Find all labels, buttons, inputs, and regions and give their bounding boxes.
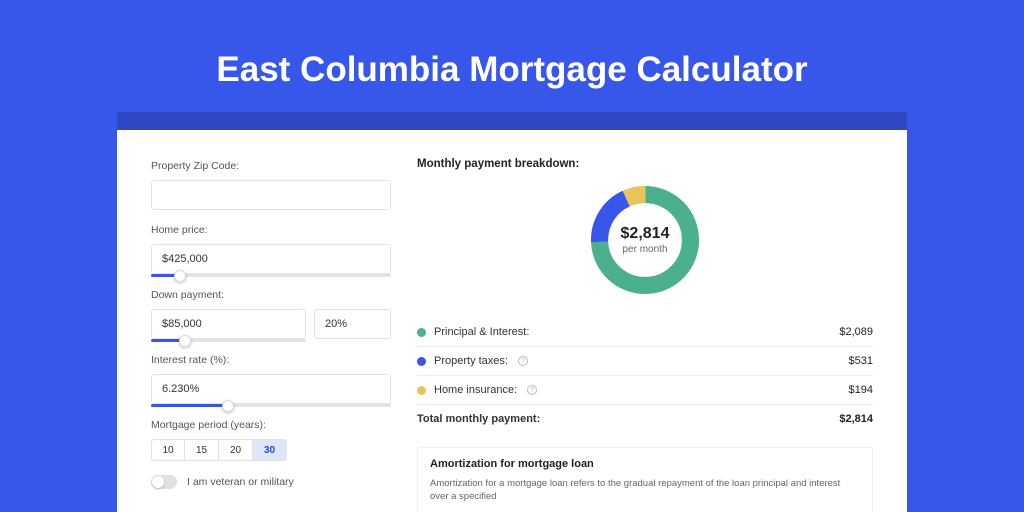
breakdown-column: Monthly payment breakdown: $2,814 per mo… [417, 158, 873, 512]
down-amount-input[interactable] [151, 309, 306, 339]
donut-chart: $2,814 per month [585, 180, 705, 300]
period-button-10[interactable]: 10 [151, 439, 185, 461]
total-label: Total monthly payment: [417, 413, 540, 425]
veteran-toggle-knob [152, 476, 164, 488]
period-button-20[interactable]: 20 [219, 439, 253, 461]
price-slider-thumb[interactable] [174, 270, 186, 282]
rate-label: Interest rate (%): [151, 354, 391, 366]
legend-dot-icon [417, 386, 426, 395]
page-title: East Columbia Mortgage Calculator [216, 50, 807, 90]
breakdown-rows: Principal & Interest: $2,089 Property taxe… [417, 318, 873, 404]
period-button-15[interactable]: 15 [185, 439, 219, 461]
rate-input[interactable] [151, 374, 391, 404]
breakdown-row: Principal & Interest: $2,089 [417, 318, 873, 347]
price-label: Home price: [151, 224, 391, 236]
veteran-toggle[interactable] [151, 475, 177, 489]
total-value: $2,814 [839, 413, 873, 425]
veteran-label: I am veteran or military [187, 476, 294, 488]
form-column: Property Zip Code: Home price: Down paym… [151, 158, 391, 512]
breakdown-row-label: Property taxes: [434, 355, 508, 367]
period-label: Mortgage period (years): [151, 419, 391, 431]
rate-slider[interactable] [151, 404, 391, 407]
period-button-30[interactable]: 30 [253, 439, 287, 461]
donut-chart-wrap: $2,814 per month [417, 180, 873, 300]
breakdown-row-value: $2,089 [839, 326, 873, 338]
breakdown-title: Monthly payment breakdown: [417, 158, 873, 170]
breakdown-row-label: Home insurance: [434, 384, 517, 396]
down-label: Down payment: [151, 289, 391, 301]
period-button-group: 10152030 [151, 439, 391, 461]
breakdown-row-value: $194 [849, 384, 873, 396]
amortization-box: Amortization for mortgage loan Amortizat… [417, 447, 873, 512]
zip-label: Property Zip Code: [151, 160, 391, 172]
rate-slider-thumb[interactable] [222, 400, 234, 412]
legend-dot-icon [417, 357, 426, 366]
down-pct-input[interactable] [314, 309, 391, 339]
legend-dot-icon [417, 328, 426, 337]
card-outer: Property Zip Code: Home price: Down paym… [117, 112, 907, 512]
zip-input[interactable] [151, 180, 391, 210]
help-icon[interactable]: ? [527, 385, 537, 395]
amortization-text: Amortization for a mortgage loan refers … [430, 478, 860, 504]
help-icon[interactable]: ? [518, 356, 528, 366]
donut-center-amount: $2,814 [621, 225, 670, 243]
breakdown-row: Property taxes:? $531 [417, 347, 873, 376]
donut-center-period: per month [622, 244, 667, 255]
breakdown-row-value: $531 [849, 355, 873, 367]
breakdown-total-row: Total monthly payment: $2,814 [417, 404, 873, 433]
card-inner: Property Zip Code: Home price: Down paym… [117, 130, 907, 512]
breakdown-row: Home insurance:? $194 [417, 376, 873, 404]
breakdown-row-label: Principal & Interest: [434, 326, 529, 338]
amortization-title: Amortization for mortgage loan [430, 458, 860, 470]
down-slider[interactable] [151, 339, 306, 342]
price-input[interactable] [151, 244, 391, 274]
price-slider[interactable] [151, 274, 391, 277]
down-slider-thumb[interactable] [179, 335, 191, 347]
